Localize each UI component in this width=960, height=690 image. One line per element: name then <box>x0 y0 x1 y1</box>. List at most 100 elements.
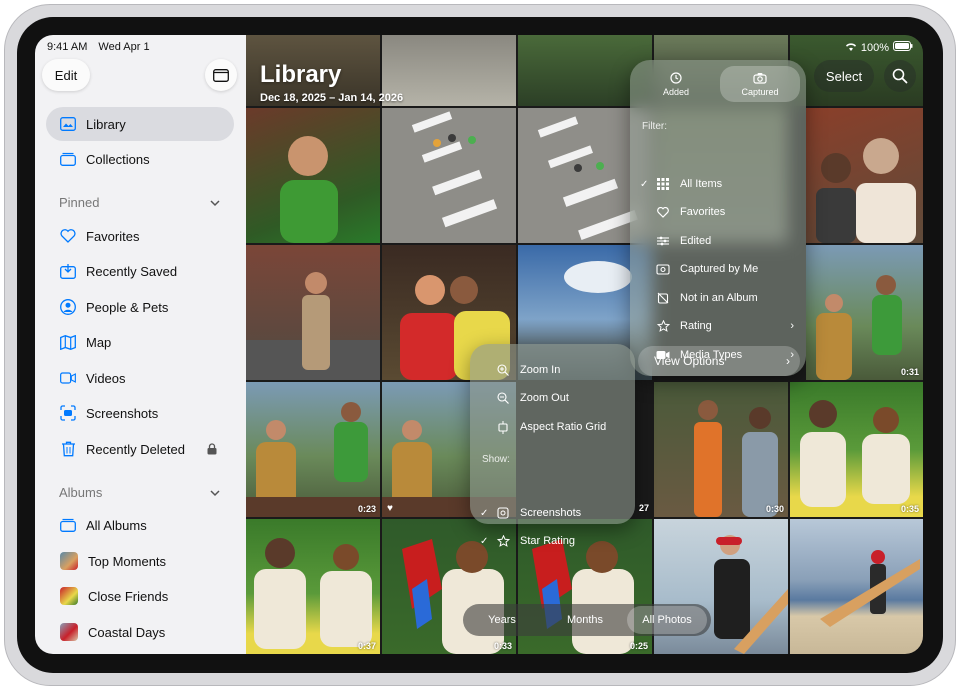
zoom-out-item[interactable]: Zoom Out <box>470 385 646 411</box>
sidebar-toggle-button[interactable] <box>205 59 237 91</box>
filter-not-in-album[interactable]: Not in an Album <box>630 285 806 311</box>
view-options-item[interactable]: View Options › <box>638 346 800 376</box>
filter-all-items-label: All Items <box>680 178 723 190</box>
photo-content <box>280 136 338 243</box>
show-header: Show: <box>482 454 510 465</box>
sidebar-item-recently-deleted[interactable]: Recently Deleted <box>46 432 234 466</box>
show-star-rating-label: Star Rating <box>520 535 576 547</box>
filter-all-items[interactable]: ✓ All Items <box>630 171 806 197</box>
show-screenshots-item[interactable]: ✓ Screenshots <box>470 500 646 526</box>
album-thumbnail <box>60 552 78 570</box>
sidebar-item-top-moments[interactable]: Top Moments <box>46 544 234 578</box>
sidebar-item-close-friends[interactable]: Close Friends <box>46 579 234 613</box>
select-button[interactable]: Select <box>814 60 874 92</box>
sidebar-item-collections[interactable]: Collections <box>46 142 234 176</box>
photo-thumbnail[interactable]: 0:31 <box>806 245 923 380</box>
checkmark-icon: ✓ <box>640 178 649 190</box>
duration-label: 0:25 <box>629 641 648 651</box>
checkmark-icon: ✓ <box>480 507 489 519</box>
duration-label: 0:23 <box>357 504 376 514</box>
filter-favorites[interactable]: Favorites <box>630 199 806 225</box>
filter-favorites-label: Favorites <box>680 206 726 218</box>
duration-label: 27 <box>639 503 650 513</box>
sidebar-item-screenshots[interactable]: Screenshots <box>46 396 234 430</box>
time-scale-control: Years Months All Photos <box>463 604 711 636</box>
grid-icon <box>656 177 670 191</box>
screen: 0:31 0:23 ♥ 0:30 0:35 0:37 0:33 0:25 Lib… <box>35 35 923 654</box>
sidebar-item-label: Library <box>86 116 126 132</box>
photo-content <box>800 400 910 507</box>
sidebar-item-people-pets[interactable]: People & Pets <box>46 290 234 324</box>
photo-thumbnail[interactable]: 0:37 <box>246 519 380 654</box>
star-icon <box>496 534 510 548</box>
recently-saved-icon <box>60 263 76 279</box>
person-icon <box>60 299 76 315</box>
heart-icon <box>60 228 76 244</box>
photo-thumbnail[interactable] <box>806 108 923 243</box>
photo-thumbnail[interactable]: 0:30 <box>654 382 788 517</box>
filter-edited[interactable]: Edited <box>630 228 806 254</box>
chevron-right-icon: › <box>786 354 790 368</box>
tab-years[interactable]: Years <box>467 606 537 634</box>
sidebar-item-coastal-days[interactable]: Coastal Days <box>46 615 234 649</box>
sidebar-item-label: Recently Saved <box>86 263 178 279</box>
photo-content <box>254 538 372 649</box>
sidebar-item-recently-saved[interactable]: Recently Saved <box>46 254 234 288</box>
sidebar-item-label: Favorites <box>86 228 140 244</box>
chevron-down-icon[interactable] <box>209 197 221 209</box>
show-star-rating-item[interactable]: ✓ Star Rating <box>470 528 646 554</box>
albums-icon <box>60 517 76 533</box>
clock-icon <box>670 71 682 84</box>
sidebar-item-label: Top Moments <box>88 553 167 569</box>
photo-thumbnail[interactable] <box>246 245 380 380</box>
photo-thumbnail[interactable]: 0:35 <box>790 382 923 517</box>
map-icon <box>60 334 76 350</box>
duration-label: 0:33 <box>493 641 512 651</box>
sort-added-option[interactable]: Added <box>636 66 716 102</box>
star-icon <box>656 319 670 333</box>
filter-rating[interactable]: Rating › <box>630 313 806 339</box>
filter-captured-by-me[interactable]: Captured by Me <box>630 256 806 282</box>
zoom-in-label: Zoom In <box>520 364 561 376</box>
sidebar-item-all-albums[interactable]: All Albums <box>46 508 234 542</box>
trash-icon <box>60 441 76 457</box>
sort-captured-option[interactable]: Captured <box>720 66 800 102</box>
filter-rating-label: Rating <box>680 320 712 332</box>
zoom-in-item[interactable]: Zoom In <box>470 357 646 383</box>
sidebar-item-map[interactable]: Map <box>46 325 234 359</box>
photo-content <box>816 275 902 380</box>
battery-percent: 100% <box>860 41 889 54</box>
sort-captured-label: Captured <box>741 86 779 97</box>
search-icon <box>892 68 908 84</box>
aspect-ratio-grid-item[interactable]: Aspect Ratio Grid <box>470 414 646 440</box>
chevron-right-icon: › <box>790 320 794 332</box>
date-range: Dec 18, 2025 – Jan 14, 2026 <box>260 92 404 104</box>
album-thumbnail <box>60 587 78 605</box>
view-options-label: View Options <box>654 354 725 368</box>
filter-menu: Added Captured Filter: ✓ All Items Favor… <box>630 60 806 376</box>
photo-content <box>694 400 778 517</box>
photo-content <box>816 138 916 243</box>
tab-all-photos[interactable]: All Photos <box>627 606 707 634</box>
sidebar-item-label: Videos <box>86 370 126 386</box>
search-button[interactable] <box>884 60 916 92</box>
photo-thumbnail[interactable] <box>246 108 380 243</box>
edit-button[interactable]: Edit <box>42 59 90 91</box>
photo-thumbnail[interactable] <box>382 108 516 243</box>
filter-header: Filter: <box>642 121 667 132</box>
lock-icon <box>207 443 217 455</box>
pinned-section-header[interactable]: Pinned <box>59 195 99 210</box>
wifi-icon <box>845 42 857 54</box>
photo-library-icon <box>60 116 76 132</box>
chevron-down-icon[interactable] <box>209 487 221 499</box>
sidebar-item-videos[interactable]: Videos <box>46 361 234 395</box>
collections-icon <box>60 151 76 167</box>
photo-thumbnail[interactable]: 0:23 <box>246 382 380 517</box>
photo-thumbnail[interactable] <box>790 519 923 654</box>
sidebar-item-favorites[interactable]: Favorites <box>46 219 234 253</box>
albums-section-header[interactable]: Albums <box>59 485 102 500</box>
tab-months[interactable]: Months <box>545 606 625 634</box>
filter-not-in-album-label: Not in an Album <box>680 292 758 304</box>
duration-label: 0:30 <box>765 504 784 514</box>
sidebar-item-library[interactable]: Library <box>46 107 234 141</box>
